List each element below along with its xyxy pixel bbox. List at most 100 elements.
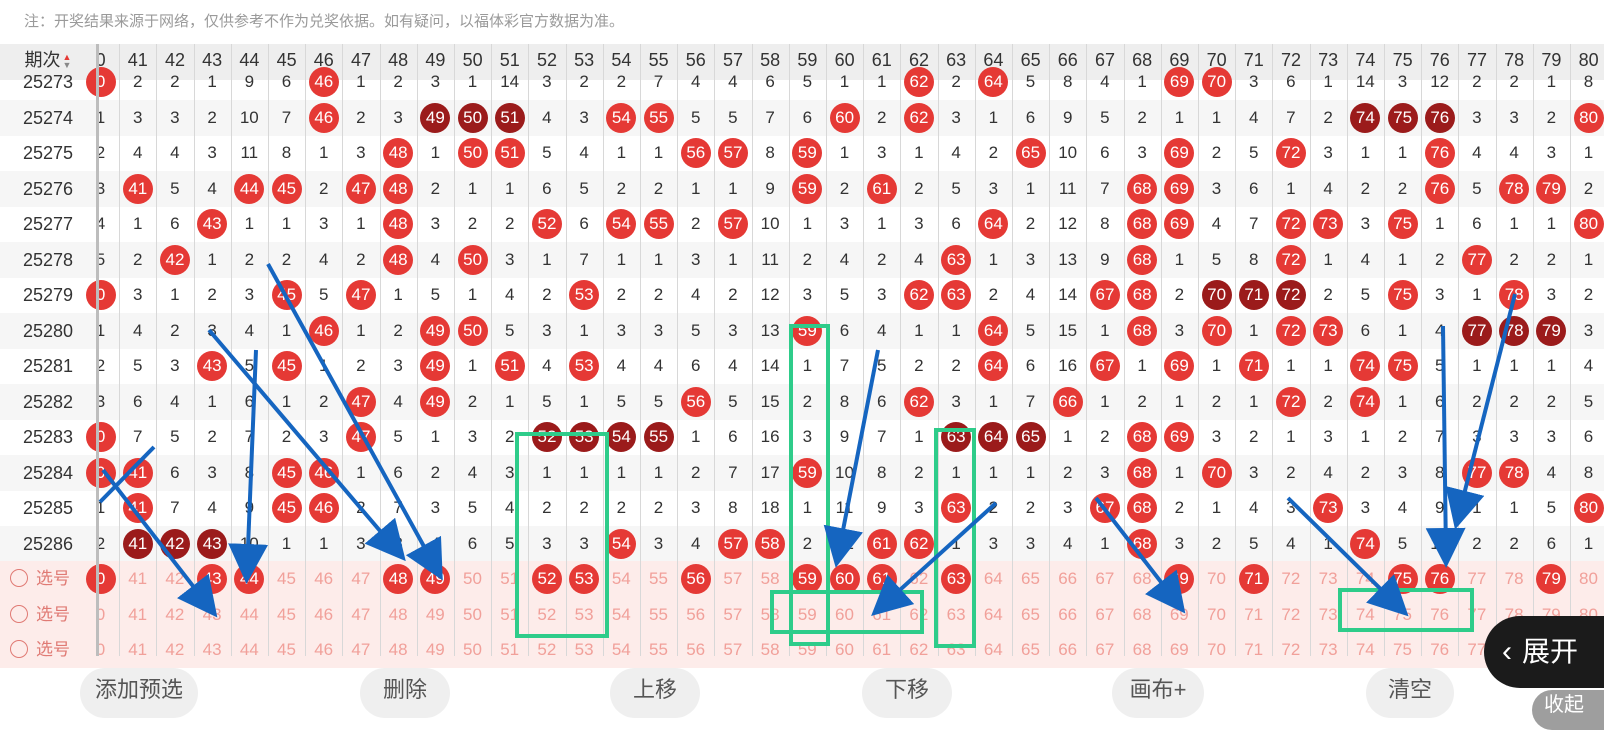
selected-number-ball[interactable]: 76 [1424, 564, 1455, 594]
selected-number-ball[interactable]: 75 [1387, 564, 1418, 594]
pick-number[interactable]: 75 [1384, 632, 1421, 668]
pick-number[interactable]: 76 [1421, 632, 1458, 668]
draw-button[interactable]: 画布+ [1112, 668, 1204, 718]
pick-number[interactable]: 47 [342, 632, 379, 668]
pick-number[interactable]: 44 [231, 597, 268, 633]
pick-number[interactable]: 57 [714, 632, 751, 668]
selected-number-ball[interactable]: 79 [1536, 564, 1567, 594]
pick-number[interactable]: 45 [268, 561, 305, 597]
selected-number-ball[interactable]: 48 [383, 564, 414, 594]
selected-number-ball[interactable]: 60 [829, 564, 860, 594]
pick-number[interactable]: 64 [975, 561, 1012, 597]
delete-button[interactable]: 删除 [360, 668, 450, 718]
pick-number[interactable]: 70 [1198, 561, 1235, 597]
pick-number[interactable]: 50 [454, 632, 491, 668]
pick-number[interactable]: 59 [789, 597, 826, 633]
pick-number[interactable]: 48 [380, 597, 417, 633]
pick-number[interactable]: 65 [1012, 597, 1049, 633]
pick-number[interactable]: 42 [156, 561, 193, 597]
pick-number[interactable]: 73 [1310, 632, 1347, 668]
pick-number[interactable]: 54 [603, 632, 640, 668]
pick-number[interactable]: 66 [1049, 561, 1086, 597]
pick-number[interactable]: 63 [938, 632, 975, 668]
pick-number[interactable]: 64 [975, 632, 1012, 668]
add-preselect-button[interactable]: 添加预选 [80, 668, 198, 718]
pick-number[interactable]: 48 [380, 632, 417, 668]
pick-number[interactable]: 50 [454, 561, 491, 597]
radio-circle-icon[interactable] [10, 569, 28, 588]
pick-number[interactable]: 45 [268, 597, 305, 633]
expand-button[interactable]: ‹ 展开 [1484, 616, 1604, 688]
pick-number[interactable]: 62 [900, 597, 937, 633]
pick-number[interactable]: 74 [1347, 632, 1384, 668]
pick-number[interactable]: 68 [1124, 561, 1161, 597]
selected-number-ball[interactable]: 61 [866, 564, 897, 594]
radio-circle-icon[interactable] [10, 640, 28, 659]
selected-number-ball[interactable]: 44 [234, 564, 265, 594]
clear-button[interactable]: 清空 [1366, 668, 1454, 718]
pick-number[interactable]: 52 [528, 597, 565, 633]
selected-number-ball[interactable]: 43 [197, 564, 228, 594]
pick-number[interactable]: 51 [491, 561, 528, 597]
pick-number[interactable]: 45 [268, 632, 305, 668]
pick-number[interactable]: 57 [714, 597, 751, 633]
pick-number[interactable]: 67 [1086, 561, 1123, 597]
pick-number[interactable]: 56 [677, 597, 714, 633]
pick-number[interactable]: 67 [1086, 597, 1123, 633]
pick-number[interactable]: 59 [789, 632, 826, 668]
pick-number[interactable]: 42 [156, 632, 193, 668]
pick-number[interactable]: 71 [1235, 632, 1272, 668]
pick-number[interactable]: 68 [1124, 632, 1161, 668]
pick-number[interactable]: 69 [1161, 597, 1198, 633]
move-down-button[interactable]: 下移 [862, 668, 952, 718]
pick-number[interactable]: 44 [231, 632, 268, 668]
selected-number-ball[interactable]: 56 [680, 564, 711, 594]
pick-number[interactable]: 70 [1198, 632, 1235, 668]
pick-number[interactable]: 46 [305, 632, 342, 668]
pick-number[interactable]: 75 [1384, 597, 1421, 633]
pick-number[interactable]: 49 [417, 632, 454, 668]
pick-number[interactable]: 53 [566, 632, 603, 668]
pick-number[interactable]: 74 [1347, 597, 1384, 633]
pick-number[interactable]: 0 [82, 632, 119, 668]
pick-number[interactable]: 72 [1272, 632, 1309, 668]
pick-number[interactable]: 72 [1272, 561, 1309, 597]
pick-number[interactable]: 54 [603, 597, 640, 633]
pick-number[interactable]: 77 [1458, 597, 1495, 633]
pick-number[interactable]: 42 [156, 597, 193, 633]
pick-number[interactable]: 43 [194, 632, 231, 668]
pick-number[interactable]: 80 [1570, 561, 1604, 597]
pick-number[interactable]: 52 [528, 632, 565, 668]
pick-number[interactable]: 46 [305, 597, 342, 633]
pick-number[interactable]: 78 [1496, 561, 1533, 597]
pick-number[interactable]: 58 [752, 561, 789, 597]
pick-number[interactable]: 65 [1012, 632, 1049, 668]
pick-number[interactable]: 70 [1198, 597, 1235, 633]
pick-number[interactable]: 73 [1310, 597, 1347, 633]
pick-number[interactable]: 60 [826, 632, 863, 668]
pick-number[interactable]: 68 [1124, 597, 1161, 633]
move-up-button[interactable]: 上移 [610, 668, 700, 718]
pick-number[interactable]: 61 [863, 597, 900, 633]
pick-number[interactable]: 71 [1235, 597, 1272, 633]
pick-number[interactable]: 57 [714, 561, 751, 597]
pick-number[interactable]: 67 [1086, 632, 1123, 668]
pick-number[interactable]: 73 [1310, 561, 1347, 597]
pick-number[interactable]: 0 [82, 597, 119, 633]
pick-number[interactable]: 55 [640, 561, 677, 597]
trend-chart-grid[interactable]: 25273 0 2 2 1 9 6 46 1 2 3 1 14 3 2 2 7 4 4 6 5 1 1 62 2 64 5 8 4 1 69… [0, 67, 1604, 668]
pick-number[interactable]: 77 [1458, 561, 1495, 597]
pick-number[interactable]: 62 [900, 632, 937, 668]
pick-number[interactable]: 43 [194, 597, 231, 633]
pick-number[interactable]: 53 [566, 597, 603, 633]
selected-number-ball[interactable]: 63 [941, 564, 972, 594]
pick-number[interactable]: 63 [938, 597, 975, 633]
pick-number[interactable]: 47 [342, 561, 379, 597]
pick-number[interactable]: 64 [975, 597, 1012, 633]
selected-number-ball[interactable]: 0 [85, 564, 116, 594]
pick-number[interactable]: 66 [1049, 597, 1086, 633]
pick-number[interactable]: 62 [900, 561, 937, 597]
selected-number-ball[interactable]: 49 [420, 564, 451, 594]
pick-number[interactable]: 72 [1272, 597, 1309, 633]
pick-number[interactable]: 76 [1421, 597, 1458, 633]
